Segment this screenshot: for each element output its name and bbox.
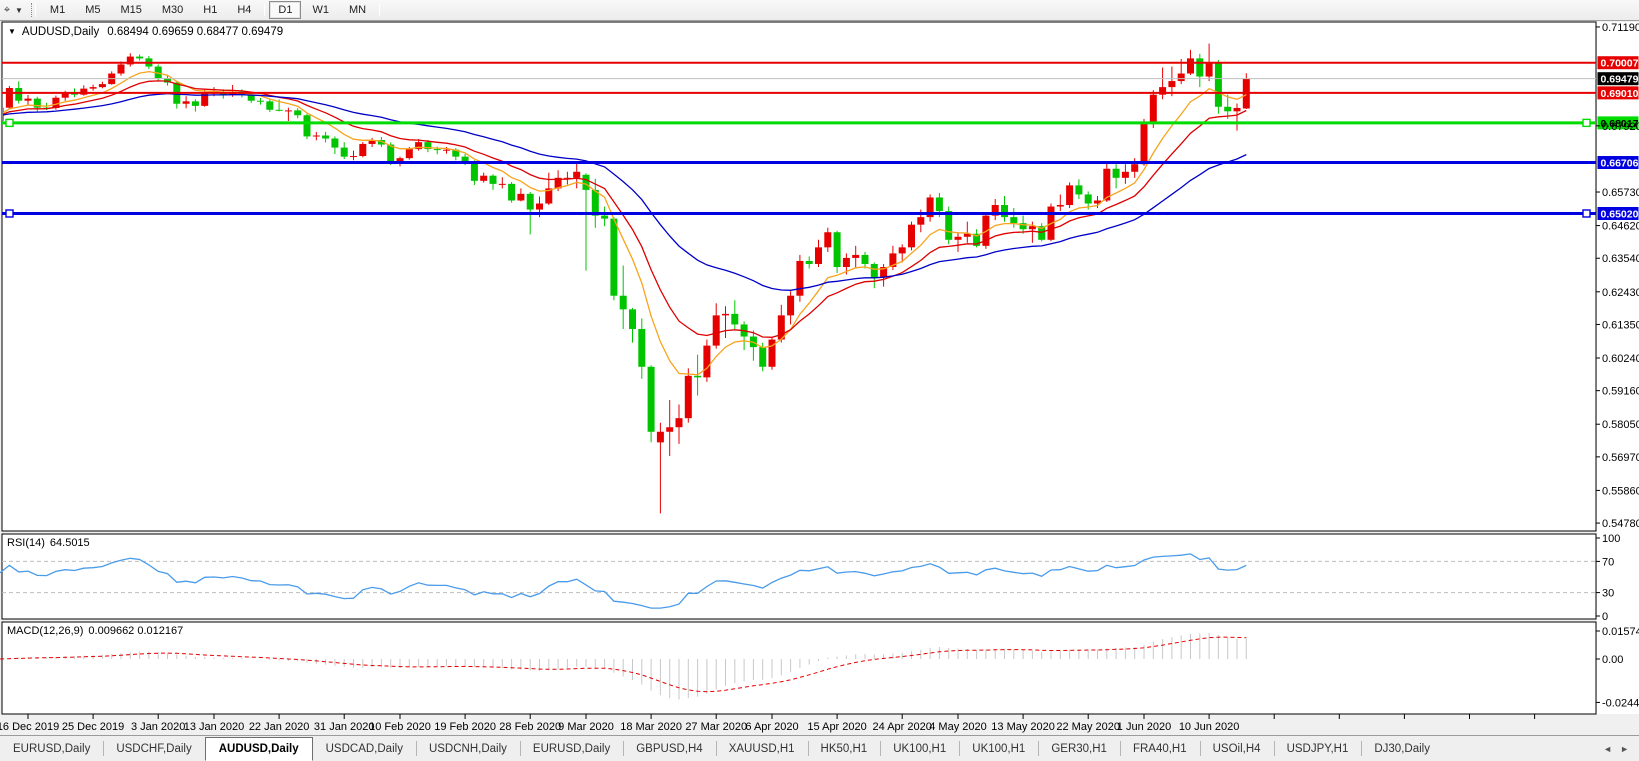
rsi-indicator-label: RSI(14)64.5015 xyxy=(7,537,90,549)
mt4-window: ⌖ ▼ M1M5M15M30H1H4 D1W1MN ▼ AUDUSD,Daily 0.… xyxy=(0,0,1639,761)
price-axis-tick: 0.58050 xyxy=(1602,419,1639,431)
timeframe-button-mn[interactable]: MN xyxy=(340,1,375,19)
price-axis-tick: 0.61350 xyxy=(1602,319,1639,331)
date-label: 6 Apr 2020 xyxy=(745,721,798,733)
chart-tab-usdcnh-daily[interactable]: USDCNH,Daily xyxy=(416,736,520,761)
date-label: 19 Feb 2020 xyxy=(434,721,496,733)
rsi-axis-tick: 0 xyxy=(1602,611,1608,623)
rsi-axis-tick: 30 xyxy=(1602,588,1614,600)
date-label: 13 May 2020 xyxy=(991,721,1055,733)
date-label: 22 May 2020 xyxy=(1056,721,1120,733)
date-label: 9 Mar 2020 xyxy=(558,721,614,733)
timeframe-button-m1[interactable]: M1 xyxy=(41,1,74,19)
price-axis-tick: 0.59160 xyxy=(1602,386,1639,398)
level-handle[interactable] xyxy=(6,210,13,217)
chart-tab-uk100-h1[interactable]: UK100,H1 xyxy=(880,736,959,761)
level-handle[interactable] xyxy=(6,119,13,126)
date-label: 24 Apr 2020 xyxy=(873,721,932,733)
rsi-panel[interactable] xyxy=(2,534,1596,619)
date-label: 3 Jan 2020 xyxy=(131,721,185,733)
date-label: 10 Jun 2020 xyxy=(1179,721,1240,733)
tabbar-spacer xyxy=(1443,736,1593,761)
chart-tab-fra40-h1[interactable]: FRA40,H1 xyxy=(1120,736,1200,761)
macd-axis-tick: 0.00 xyxy=(1602,654,1623,666)
timeframe-button-m15[interactable]: M15 xyxy=(111,1,150,19)
price-axis-tick: 0.62430 xyxy=(1602,287,1639,299)
price-tag-text: 0.69479 xyxy=(1601,74,1639,86)
macd-indicator-label: MACD(12,26,9)0.009662 0.012167 xyxy=(7,625,183,637)
timeframe-button-h1[interactable]: H1 xyxy=(194,1,226,19)
price-tag-text: 0.70007 xyxy=(1601,58,1639,70)
collapse-triangle-icon[interactable]: ▼ xyxy=(8,27,16,36)
chart-tab-usdjpy-h1[interactable]: USDJPY,H1 xyxy=(1274,736,1362,761)
chart-tab-usdcad-daily[interactable]: USDCAD,Daily xyxy=(313,736,416,761)
price-axis-tick: 0.56970 xyxy=(1602,452,1639,464)
macd-panel[interactable] xyxy=(2,622,1596,714)
time-axis: 16 Dec 201925 Dec 2019 3 Jan 202013 Jan 2… xyxy=(0,714,1535,733)
price-axis-tick: 0.54780 xyxy=(1602,518,1639,530)
ohlc-quote: 0.68494 0.69659 0.68477 0.69479 xyxy=(107,26,283,38)
price-axis-tick: 0.60240 xyxy=(1602,353,1639,365)
level-handle[interactable] xyxy=(1583,210,1590,217)
chart-tab-hk50-h1[interactable]: HK50,H1 xyxy=(808,736,881,761)
price-tag-text: 0.66706 xyxy=(1601,158,1639,170)
chart-tab-usoil-h4[interactable]: USOil,H4 xyxy=(1200,736,1274,761)
symbol-period: AUDUSD,Daily xyxy=(22,26,99,38)
price-axis-tick: 0.67920 xyxy=(1602,121,1639,133)
chart-tab-dj30-daily[interactable]: DJ30,Daily xyxy=(1361,736,1443,761)
chart-tab-ger30-h1[interactable]: GER30,H1 xyxy=(1038,736,1120,761)
date-label: 1 Jun 2020 xyxy=(1117,721,1171,733)
date-label: 10 Feb 2020 xyxy=(369,721,431,733)
chart-tabs-bar: EURUSD,DailyUSDCHF,DailyAUDUSD,DailyUSDC… xyxy=(0,735,1639,761)
date-label: 4 May 2020 xyxy=(929,721,986,733)
tab-scroll-arrows: ◄► xyxy=(1593,736,1639,761)
level-handle[interactable] xyxy=(1583,119,1590,126)
chart-tab-eurusd-daily[interactable]: EURUSD,Daily xyxy=(520,736,623,761)
timeframe-button-m5[interactable]: M5 xyxy=(76,1,109,19)
dropdown-caret-icon[interactable]: ▼ xyxy=(15,6,23,15)
price-axis-tick: 0.63540 xyxy=(1602,253,1639,265)
chart-tab-usdchf-daily[interactable]: USDCHF,Daily xyxy=(103,736,204,761)
cursor-tool-icon[interactable]: ⌖ xyxy=(0,4,14,17)
timeframe-button-m30[interactable]: M30 xyxy=(153,1,192,19)
date-label: 27 Mar 2020 xyxy=(685,721,747,733)
date-label: 22 Jan 2020 xyxy=(249,721,310,733)
price-axis-tick: 0.64620 xyxy=(1602,221,1639,233)
price-tag-text: 0.69010 xyxy=(1601,88,1639,100)
timeframe-toolbar: ⌖ ▼ M1M5M15M30H1H4 D1W1MN xyxy=(0,0,1639,21)
price-tag-text: 0.65020 xyxy=(1601,208,1639,220)
rsi-axis-tick: 100 xyxy=(1602,533,1620,545)
timeframe-button-d1[interactable]: D1 xyxy=(269,1,301,19)
rsi-axis-tick: 70 xyxy=(1602,556,1614,568)
macd-axis-tick: 0.015741 xyxy=(1602,626,1639,638)
price-axis-tick: 0.71190 xyxy=(1602,22,1639,34)
chart-tab-xauusd-h1[interactable]: XAUUSD,H1 xyxy=(716,736,808,761)
price-axis-tick: 0.55860 xyxy=(1602,485,1639,497)
date-label: 31 Jan 2020 xyxy=(314,721,375,733)
chart-tab-uk100-h1[interactable]: UK100,H1 xyxy=(959,736,1038,761)
chart-tab-gbpusd-h4[interactable]: GBPUSD,H4 xyxy=(623,736,715,761)
price-chart[interactable]: 0.700070.694790.690100.680170.667060.650… xyxy=(0,0,1639,735)
chart-tab-audusd-daily[interactable]: AUDUSD,Daily xyxy=(205,737,313,761)
chart-tab-eurusd-daily[interactable]: EURUSD,Daily xyxy=(0,736,103,761)
date-label: 18 Mar 2020 xyxy=(620,721,682,733)
date-label: 16 Dec 2019 xyxy=(0,721,59,733)
macd-axis-tick: -0.024412 xyxy=(1602,697,1639,709)
toolbar-separator xyxy=(264,4,265,16)
tab-scroll-left-icon[interactable]: ◄ xyxy=(1603,744,1612,754)
timeframe-button-w1[interactable]: W1 xyxy=(303,1,338,19)
date-label: 25 Dec 2019 xyxy=(62,721,124,733)
toolbar-grip[interactable] xyxy=(31,3,36,17)
tab-scroll-right-icon[interactable]: ► xyxy=(1620,744,1629,754)
date-label: 15 Apr 2020 xyxy=(807,721,866,733)
chart-title: ▼ AUDUSD,Daily 0.68494 0.69659 0.68477 0.6… xyxy=(8,26,283,38)
price-axis-tick: 0.65730 xyxy=(1602,187,1639,199)
toolbar-separator xyxy=(379,4,380,16)
timeframe-button-h4[interactable]: H4 xyxy=(228,1,260,19)
date-label: 28 Feb 2020 xyxy=(499,721,561,733)
timeframe-buttons: M1M5M15M30H1H4 D1W1MN xyxy=(40,4,383,16)
date-label: 13 Jan 2020 xyxy=(184,721,245,733)
